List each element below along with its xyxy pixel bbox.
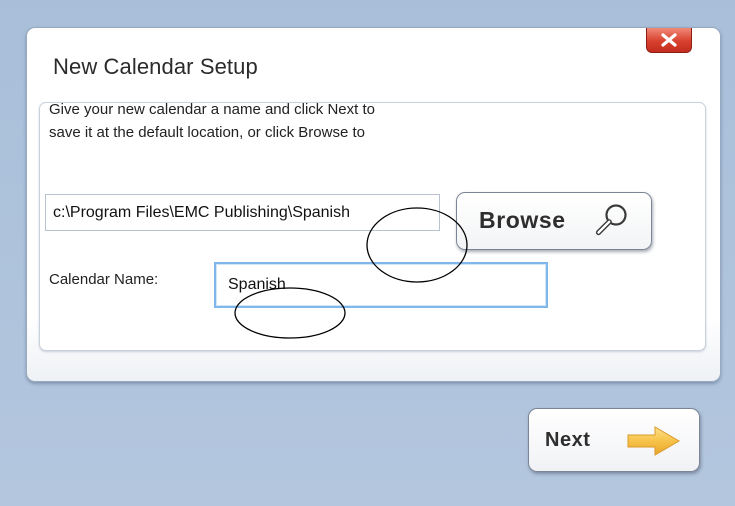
calendar-name-input[interactable]	[214, 262, 548, 308]
next-button-label: Next	[545, 429, 591, 451]
close-button[interactable]	[646, 28, 692, 53]
browse-button-label: Browse	[479, 207, 566, 233]
calendar-name-label: Calendar Name:	[49, 271, 159, 288]
instructions-line-2: save it at the default location, or clic…	[49, 124, 365, 141]
next-button[interactable]: Next	[528, 408, 700, 472]
save-path-input[interactable]	[45, 194, 440, 231]
arrow-right-icon	[627, 426, 680, 456]
browse-button[interactable]: Browse	[456, 192, 652, 250]
instructions-line-1: Give your new calendar a name and click …	[49, 101, 375, 118]
close-icon	[661, 33, 677, 47]
dialog-title: New Calendar Setup	[53, 54, 258, 79]
magnifier-icon	[595, 204, 627, 236]
instructions-text: Give your new calendar a name and click …	[49, 98, 509, 144]
